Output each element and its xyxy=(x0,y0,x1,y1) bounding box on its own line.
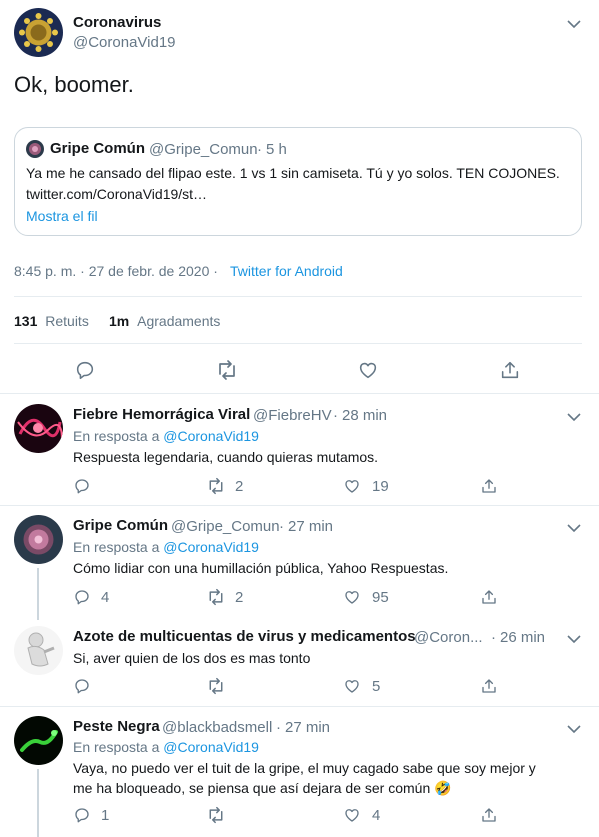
likes-label: Agradaments xyxy=(137,313,221,329)
reply-author-name[interactable]: Gripe Común xyxy=(73,517,168,534)
reply-time[interactable]: 27 min xyxy=(288,518,333,535)
reply-icon[interactable] xyxy=(73,806,91,829)
reply-count: 1 xyxy=(101,807,110,824)
author-handle[interactable]: @CoronaVid19 xyxy=(73,34,176,51)
reply-icon[interactable] xyxy=(73,677,91,700)
like-icon[interactable] xyxy=(343,477,361,500)
likes-stat[interactable]: 1m Agradaments xyxy=(109,313,220,329)
quote-author-handle: @Gripe_Comun xyxy=(149,141,258,158)
divider xyxy=(14,343,582,344)
avatar-azote[interactable] xyxy=(14,626,63,675)
reply-context: En resposta a @CoronaVid19 xyxy=(73,428,259,444)
share-icon[interactable] xyxy=(480,806,498,829)
quote-time: 5 h xyxy=(266,141,287,158)
retweets-stat[interactable]: 131 Retuits xyxy=(14,313,89,329)
likes-count: 1m xyxy=(109,313,130,329)
reply-count: 4 xyxy=(101,589,110,606)
reply-icon[interactable] xyxy=(73,588,91,611)
avatar-fiebre-hv[interactable] xyxy=(14,404,63,453)
reply-author-name[interactable]: Fiebre Hemorrágica Viral xyxy=(73,406,250,423)
reply-icon[interactable] xyxy=(73,477,91,500)
share-icon[interactable] xyxy=(499,359,521,386)
quote-separator: · xyxy=(257,141,262,158)
reply-time[interactable]: 28 min xyxy=(342,407,387,424)
thread-line xyxy=(37,568,39,620)
chevron-down-icon[interactable] xyxy=(567,520,581,538)
reply-text-line2-text: me ha bloqueado, se piensa que así dejar… xyxy=(73,780,431,796)
reply-author-handle[interactable]: @blackbadsmell xyxy=(162,719,272,736)
reply-context-mention[interactable]: @CoronaVid19 xyxy=(163,539,259,555)
quote-text-line2: twitter.com/CoronaVid19/st… xyxy=(26,186,208,202)
chevron-down-icon[interactable] xyxy=(567,721,581,739)
reply-text: Respuesta legendaria, cuando quieras mut… xyxy=(73,449,379,465)
reply-author-name[interactable]: Azote de multicuentas de virus y medicam… xyxy=(73,628,416,645)
retweet-icon[interactable] xyxy=(206,806,226,829)
reply-separator: · xyxy=(491,629,496,646)
share-icon[interactable] xyxy=(480,677,498,700)
reply-separator: · xyxy=(279,518,284,535)
share-icon[interactable] xyxy=(480,588,498,611)
author-name[interactable]: Coronavirus xyxy=(73,14,161,31)
like-icon[interactable] xyxy=(357,359,379,386)
reply-time[interactable]: 26 min xyxy=(500,629,545,646)
rofl-emoji: 🤣 xyxy=(434,780,452,796)
share-icon[interactable] xyxy=(480,477,498,500)
avatar-peste-negra[interactable] xyxy=(14,716,63,765)
reply-text: Si, aver quien de los dos es mas tonto xyxy=(73,650,311,666)
retweets-count: 131 xyxy=(14,313,38,329)
quote-text-line1: Ya me he cansado del flipao este. 1 vs 1… xyxy=(26,165,560,181)
reply-context-mention[interactable]: @CoronaVid19 xyxy=(163,428,259,444)
reply-author-handle[interactable]: @FiebreHV xyxy=(253,407,332,424)
retweet-icon[interactable] xyxy=(206,588,226,611)
reply-author-name[interactable]: Peste Negra xyxy=(73,718,160,735)
show-thread-link[interactable]: Mostra el fil xyxy=(26,208,98,224)
like-count: 19 xyxy=(372,478,389,495)
chevron-down-icon[interactable] xyxy=(567,409,581,427)
reply-author-handle[interactable]: @Coron... xyxy=(414,629,483,646)
retweets-label: Retuits xyxy=(45,313,89,329)
reply-separator: · xyxy=(333,407,338,424)
retweet-count: 2 xyxy=(235,589,244,606)
tweet-source[interactable]: Twitter for Android xyxy=(230,263,343,279)
chevron-down-icon[interactable] xyxy=(567,16,581,34)
reply-context: En resposta a @CoronaVid19 xyxy=(73,739,259,755)
divider xyxy=(14,296,582,297)
like-count: 4 xyxy=(372,807,381,824)
avatar-gripe-comun[interactable] xyxy=(14,515,63,564)
quote-author-name: Gripe Común xyxy=(50,140,146,157)
retweet-count: 2 xyxy=(235,478,244,495)
reply-separator: · xyxy=(276,719,281,736)
thread-line xyxy=(37,769,39,837)
like-icon[interactable] xyxy=(343,677,361,700)
reply-text-line1: Vaya, no puedo ver el tuit de la gripe, … xyxy=(73,760,536,776)
reply-time[interactable]: 27 min xyxy=(285,719,330,736)
reply-context-prefix: En resposta a xyxy=(73,539,160,555)
avatar-gripe-comun-small xyxy=(26,140,44,158)
divider xyxy=(0,505,599,506)
divider xyxy=(0,706,599,707)
chevron-down-icon[interactable] xyxy=(567,631,581,649)
quoted-tweet-card[interactable]: Gripe Común @Gripe_Comun · 5 h Ya me he … xyxy=(14,127,582,236)
reply-context: En resposta a @CoronaVid19 xyxy=(73,539,259,555)
reply-author-handle[interactable]: @Gripe_Comun xyxy=(171,518,280,535)
retweet-icon[interactable] xyxy=(206,477,226,500)
retweet-icon[interactable] xyxy=(206,677,226,700)
like-count: 95 xyxy=(372,589,389,606)
like-icon[interactable] xyxy=(343,806,361,829)
tweet-timestamp[interactable]: 8:45 p. m. · 27 de febr. de 2020 · xyxy=(14,263,218,279)
reply-text-line2: me ha bloqueado, se piensa que así dejar… xyxy=(73,780,452,797)
avatar-coronavirus[interactable] xyxy=(14,8,63,57)
reply-context-mention[interactable]: @CoronaVid19 xyxy=(163,739,259,755)
reply-context-prefix: En resposta a xyxy=(73,428,160,444)
like-count: 5 xyxy=(372,678,381,695)
retweet-icon[interactable] xyxy=(215,359,239,386)
reply-icon[interactable] xyxy=(74,359,96,386)
reply-context-prefix: En resposta a xyxy=(73,739,160,755)
divider xyxy=(0,393,599,394)
like-icon[interactable] xyxy=(343,588,361,611)
reply-text: Cómo lidiar con una humillación pública,… xyxy=(73,560,449,576)
tweet-text: Ok, boomer. xyxy=(14,72,134,97)
